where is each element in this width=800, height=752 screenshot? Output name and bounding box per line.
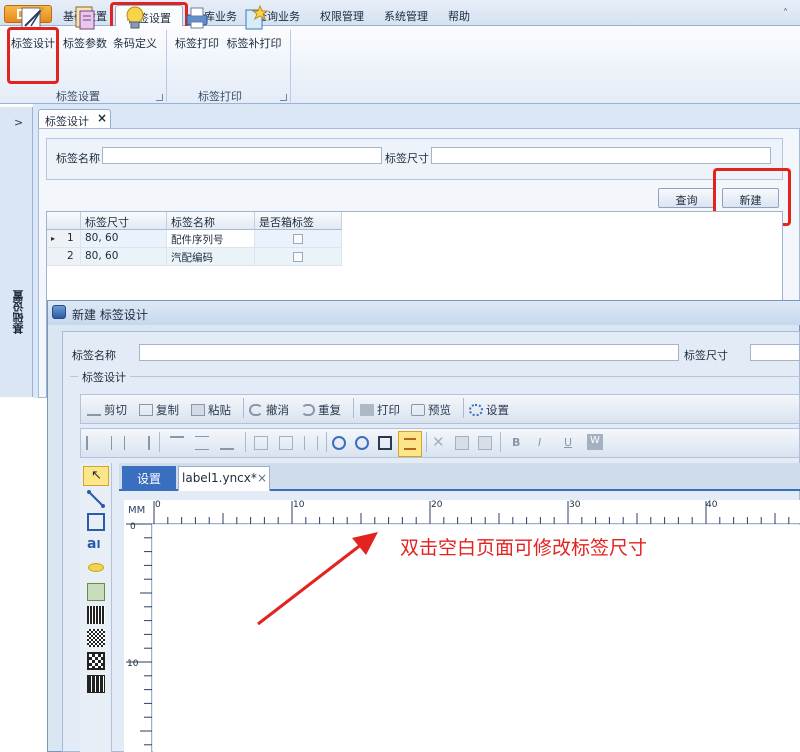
annotation-arrow [257, 532, 378, 626]
annotation-text: 双击空白页面可修改标签尺寸 [400, 537, 648, 559]
